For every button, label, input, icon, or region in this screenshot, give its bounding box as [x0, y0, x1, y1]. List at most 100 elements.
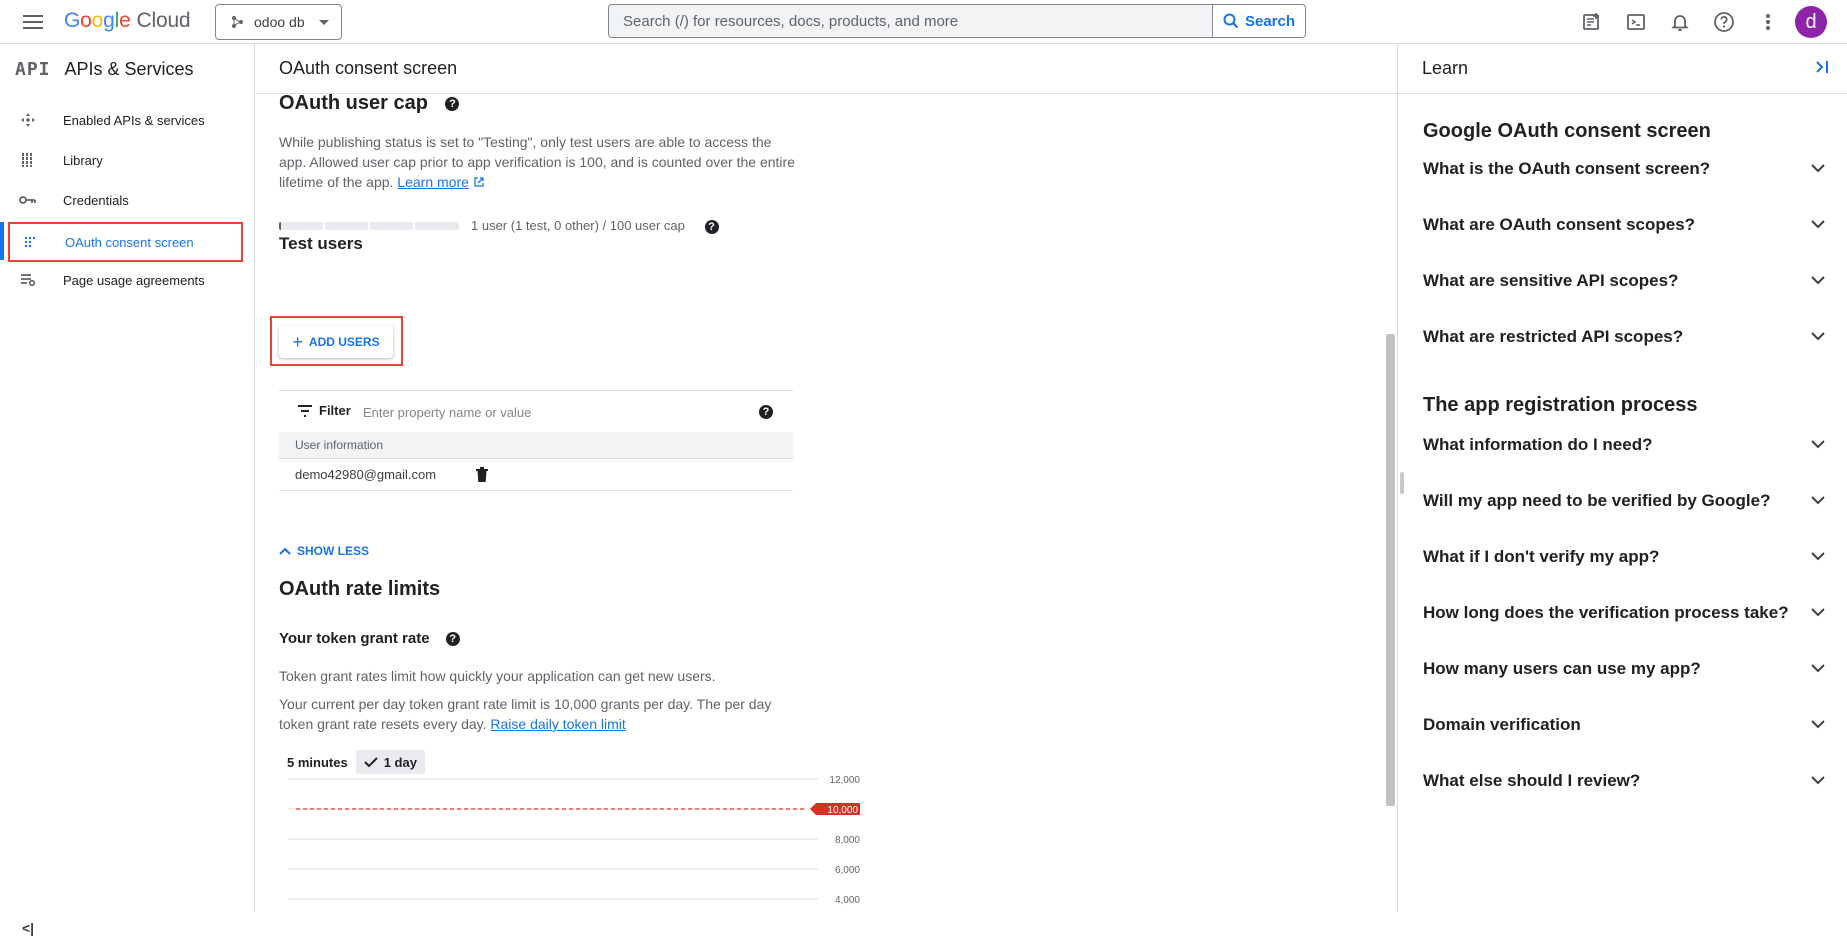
project-nodes-icon [232, 16, 243, 28]
learn-faq-label: What are sensitive API scopes? [1423, 271, 1679, 290]
learn-faq-item[interactable]: What are OAuth consent scopes? [1423, 205, 1825, 245]
filter-icon [298, 404, 312, 417]
chart-y-tick-label: 4,000 [835, 895, 860, 906]
help-icon[interactable]: ? [445, 96, 460, 111]
main-content: OAuth user cap ? While publishing status… [256, 94, 1397, 912]
sidebar-item-label: Enabled APIs & services [63, 112, 205, 128]
help-icon[interactable] [1710, 8, 1738, 36]
sidebar-title: APIs & Services [64, 58, 194, 79]
user-cap-heading: OAuth user cap ? [279, 94, 460, 115]
learn-panel: Learn Google OAuth consent screen What is… [1397, 44, 1847, 912]
user-cap-heading-text: OAuth user cap [279, 94, 428, 114]
api-logo-icon: API [15, 58, 51, 80]
help-icon[interactable]: ? [704, 219, 719, 234]
chart-limit-label: 10,000 [827, 805, 858, 816]
user-cap-description-text: While publishing status is set to "Testi… [279, 134, 795, 190]
collapse-panel-icon[interactable] [1814, 59, 1830, 75]
help-icon[interactable]: ? [445, 632, 460, 647]
column-header-user-information: User information [295, 438, 384, 452]
sidebar-item-library[interactable]: Library [8, 142, 243, 178]
learn-faq-label: Domain verification [1423, 715, 1581, 734]
chevron-down-icon [1811, 776, 1825, 785]
learn-faq-item[interactable]: Will my app need to be verified by Googl… [1423, 481, 1825, 521]
learn-faq-label: What if I don't verify my app? [1423, 547, 1660, 566]
sidebar-item-credentials[interactable]: Credentials [8, 182, 243, 218]
test-users-heading: Test users [279, 234, 363, 253]
learn-faq-item[interactable]: What else should I review? [1423, 761, 1825, 801]
learn-faq-item[interactable]: Domain verification [1423, 705, 1825, 745]
search-input[interactable] [609, 5, 1212, 37]
table-row: demo42980@gmail.com [279, 459, 793, 491]
chevron-up-icon [279, 547, 291, 555]
help-icon[interactable]: ? [759, 405, 773, 419]
project-selector[interactable]: odoo db [215, 4, 342, 40]
top-bar: GoogleCloud odoo db Search d [0, 0, 1847, 44]
table-header: User information [279, 432, 793, 459]
token-grant-chart: 12,000 8,000 6,000 4,000 10,000 [288, 775, 860, 906]
show-less-button[interactable]: SHOW LESS [279, 544, 369, 558]
plus-icon: + [292, 331, 303, 352]
learn-faq-item[interactable]: What if I don't verify my app? [1423, 537, 1825, 577]
learn-panel-header: Learn [1398, 44, 1847, 94]
learn-faq-item[interactable]: How many users can use my app? [1423, 649, 1825, 689]
learn-panel-title: Learn [1422, 58, 1469, 78]
learn-faq-item[interactable]: What are sensitive API scopes? [1423, 261, 1825, 301]
trash-icon[interactable] [475, 467, 489, 483]
key-icon [8, 195, 48, 205]
sidebar-item-oauth-consent-screen[interactable]: OAuth consent screen [8, 222, 243, 262]
toggle-5-minutes-label: 5 minutes [287, 754, 348, 770]
add-users-label: ADD USERS [308, 335, 380, 349]
raise-token-limit-link[interactable]: Raise daily token limit [490, 716, 625, 732]
learn-faq-item[interactable]: What are restricted API scopes? [1423, 317, 1825, 357]
chart-y-tick-label: 8,000 [835, 835, 860, 846]
notes-icon[interactable] [1578, 8, 1606, 36]
google-cloud-logo[interactable]: Google Cloud [64, 9, 191, 33]
filter-bar: Filter ? [279, 390, 793, 432]
add-users-button[interactable]: + ADD USERS [279, 326, 393, 358]
active-indicator [0, 222, 4, 260]
filter-button[interactable]: Filter [297, 403, 351, 418]
show-less-label: SHOW LESS [297, 544, 370, 558]
chevron-down-icon [1811, 664, 1825, 673]
scrollbar[interactable] [1386, 334, 1395, 806]
collapse-sidebar-icon[interactable]: <| [22, 920, 34, 936]
learn-faq-label: How many users can use my app? [1423, 659, 1701, 678]
learn-faq-label: What else should I review? [1423, 771, 1641, 790]
toggle-1-day-label: 1 day [383, 754, 417, 770]
search-icon [1223, 13, 1239, 29]
learn-faq-item[interactable]: What information do I need? [1423, 425, 1825, 465]
chevron-down-icon [1811, 608, 1825, 617]
learn-faq-item[interactable]: What is the OAuth consent screen? [1423, 149, 1825, 189]
library-icon [8, 152, 48, 168]
notifications-bell-icon[interactable] [1666, 8, 1694, 36]
page-title: OAuth consent screen [256, 44, 1397, 94]
learn-faq-label: How long does the verification process t… [1423, 603, 1789, 622]
learn-faq-item[interactable]: How long does the verification process t… [1423, 593, 1825, 633]
learn-more-label: Learn more [397, 174, 469, 190]
search-button[interactable]: Search [1212, 5, 1305, 37]
rate-limits-heading: OAuth rate limits [279, 578, 441, 600]
cloud-shell-terminal-icon[interactable] [1622, 8, 1650, 36]
learn-more-link[interactable]: Learn more [397, 174, 469, 190]
filter-input[interactable] [363, 399, 743, 425]
chevron-down-icon [1811, 496, 1825, 505]
avatar[interactable]: d [1795, 6, 1827, 38]
external-link-icon [474, 177, 484, 187]
chevron-down-icon [319, 20, 329, 25]
chevron-down-icon [1811, 276, 1825, 285]
user-email: demo42980@gmail.com [295, 467, 437, 482]
settings-list-icon [8, 273, 48, 287]
logo-cloud-text: Cloud [136, 9, 191, 32]
more-options-icon[interactable] [1754, 8, 1782, 36]
sidebar-item-label: OAuth consent screen [65, 234, 194, 250]
learn-section-heading: Google OAuth consent screen [1423, 120, 1711, 142]
chart-y-tick-label: 6,000 [835, 865, 860, 876]
user-cap-text: 1 user (1 test, 0 other) / 100 user cap … [471, 218, 719, 234]
sidebar-item-page-usage-agreements[interactable]: Page usage agreements [8, 262, 243, 298]
learn-faq-label: What are OAuth consent scopes? [1423, 215, 1696, 234]
sidebar-item-enabled-apis[interactable]: Enabled APIs & services [8, 102, 243, 138]
hamburger-menu-icon[interactable] [20, 10, 46, 34]
chevron-down-icon [1811, 164, 1825, 173]
token-rate-description: Token grant rates limit how quickly your… [279, 668, 716, 684]
search-button-label: Search [1244, 12, 1296, 30]
